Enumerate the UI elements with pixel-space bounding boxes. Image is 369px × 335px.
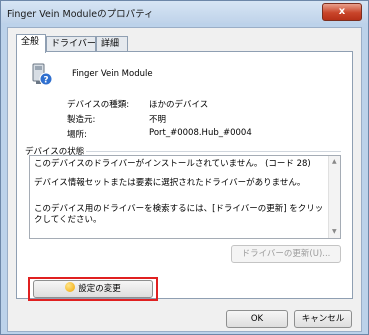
close-button[interactable]: x: [322, 3, 362, 21]
ok-button[interactable]: OK: [226, 310, 288, 328]
scroll-down-icon[interactable]: ▼: [332, 228, 337, 235]
device-type-value: ほかのデバイス: [149, 100, 209, 110]
update-driver-button[interactable]: ドライバーの更新(U)...: [231, 245, 341, 263]
status-line: デバイス情報セットまたは要素に選択されたドライバーがありません。: [34, 178, 306, 188]
dialog-body: 全般 ドライバー 詳細 ? Finger Vein Module デバイスの種類…: [7, 27, 362, 332]
status-line: このデバイス用のドライバーを検索するには、[ドライバーの更新] をクリックしてく…: [34, 204, 324, 225]
cancel-button[interactable]: キャンセル: [294, 310, 352, 328]
svg-text:?: ?: [43, 76, 48, 86]
change-settings-label: 設定の変更: [78, 284, 121, 294]
group-divider: [69, 151, 341, 152]
usb-device-question-icon: ?: [32, 63, 53, 86]
location-label: 場所:: [67, 130, 87, 140]
scroll-up-icon[interactable]: ▲: [332, 158, 337, 165]
status-scrollbar[interactable]: ▲ ▼: [328, 156, 340, 238]
tab-details[interactable]: 詳細: [96, 36, 128, 52]
shield-icon: [65, 282, 76, 292]
status-line: このデバイスのドライバーがインストールされていません。 (コード 28): [34, 159, 311, 169]
device-status-textbox[interactable]: このデバイスのドライバーがインストールされていません。 (コード 28) デバイ…: [29, 155, 341, 239]
manufacturer-label: 製造元:: [67, 115, 96, 125]
tab-driver[interactable]: ドライバー: [46, 36, 96, 52]
manufacturer-value: 不明: [149, 115, 167, 125]
device-type-label: デバイスの種類:: [67, 100, 130, 110]
change-settings-button[interactable]: 設定の変更: [33, 280, 153, 298]
tab-general[interactable]: 全般: [16, 34, 46, 53]
general-panel: ? Finger Vein Module デバイスの種類: ほかのデバイス 製造…: [16, 51, 353, 299]
location-value: Port_#0008.Hub_#0004: [149, 128, 252, 138]
properties-window: Finger Vein Moduleのプロパティ x 全般 ドライバー 詳細 ?…: [0, 0, 369, 335]
title-bar[interactable]: Finger Vein Moduleのプロパティ x: [1, 1, 368, 23]
window-title: Finger Vein Moduleのプロパティ: [7, 9, 154, 20]
device-name: Finger Vein Module: [72, 69, 153, 79]
